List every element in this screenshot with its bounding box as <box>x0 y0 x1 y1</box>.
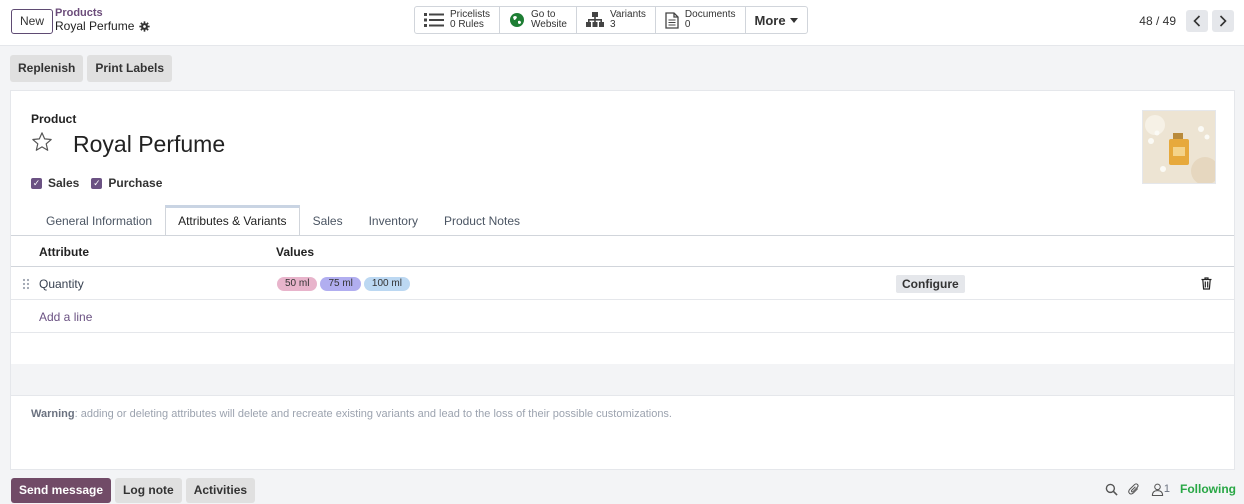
checkbox-checked-icon: ✓ <box>31 177 42 189</box>
variants-count: 3 <box>609 19 616 30</box>
statusbar-buttons: Replenish Print Labels <box>10 55 173 82</box>
gear-icon[interactable] <box>139 21 151 32</box>
send-message-button[interactable]: Send message <box>11 478 112 503</box>
new-button[interactable]: New <box>11 9 54 34</box>
breadcrumb-current-label: Royal Perfume <box>55 18 135 33</box>
pager: 48 / 49 <box>1139 10 1234 32</box>
chevron-right-icon <box>1219 15 1227 27</box>
purchase-checkbox-label: Purchase <box>108 176 163 190</box>
column-header-values[interactable]: Values <box>276 245 314 259</box>
documents-count: 0 <box>684 19 691 30</box>
breadcrumb: Products Royal Perfume <box>55 7 151 34</box>
more-dropdown[interactable]: More <box>746 7 807 33</box>
activities-button[interactable]: Activities <box>185 478 256 503</box>
value-tag: 100 ml <box>363 277 410 291</box>
globe-icon <box>510 13 525 27</box>
form-sheet: Product Royal Perfume ✓ Sales ✓ Purchase… <box>10 90 1235 470</box>
smart-buttons: Pricelists 0 Rules Go to Website Variants 3 <box>414 6 808 34</box>
sales-checkbox[interactable]: ✓ Sales <box>31 176 79 190</box>
configure-button[interactable]: Configure <box>896 275 965 293</box>
attribute-table-header: Attribute Values <box>11 236 1234 267</box>
search-icon[interactable] <box>1105 483 1118 496</box>
attribute-cell[interactable]: Quantity <box>39 277 84 291</box>
tab-general-information[interactable]: General Information <box>33 205 165 236</box>
add-line-row: Add a line <box>11 301 1234 333</box>
column-header-attribute[interactable]: Attribute <box>39 245 89 259</box>
drag-handle-icon[interactable] <box>22 278 30 290</box>
breadcrumb-current: Royal Perfume <box>55 18 151 34</box>
tab-attributes-variants[interactable]: Attributes & Variants <box>165 205 300 236</box>
value-tag: 75 ml <box>320 277 361 291</box>
sitemap-icon <box>585 12 604 27</box>
value-tag: 50 ml <box>277 277 318 291</box>
followers-count: 1 <box>1163 482 1170 495</box>
purchase-checkbox[interactable]: ✓ Purchase <box>91 176 162 190</box>
replenish-button[interactable]: Replenish <box>10 55 84 82</box>
pager-value[interactable]: 48 / 49 <box>1139 14 1176 28</box>
variants-warning-text: Warning: adding or deleting attributes w… <box>31 408 672 420</box>
pager-previous-button[interactable] <box>1186 10 1208 32</box>
chatter-actions: 1 Following <box>1105 482 1236 496</box>
notebook-tabs: General Information Attributes & Variant… <box>33 205 533 236</box>
product-image[interactable] <box>1142 110 1216 184</box>
table-row[interactable]: Quantity 50 ml 75 ml 100 ml Configure <box>11 268 1234 300</box>
paperclip-icon[interactable] <box>1128 482 1141 496</box>
product-name-field[interactable]: Royal Perfume <box>73 131 225 158</box>
documents-smart-button[interactable]: Documents 0 <box>656 7 746 33</box>
more-label: More <box>754 12 786 28</box>
tab-product-notes[interactable]: Product Notes <box>431 205 533 236</box>
log-note-button[interactable]: Log note <box>115 478 182 503</box>
document-icon <box>665 11 679 29</box>
pricelists-value: 0 Rules <box>450 19 484 30</box>
pager-next-button[interactable] <box>1212 10 1234 32</box>
followers-button[interactable]: 1 <box>1151 483 1170 496</box>
product-checkboxes: ✓ Sales ✓ Purchase <box>31 176 162 190</box>
warning-prefix: Warning <box>31 408 75 420</box>
website-label-2: Website <box>531 19 567 30</box>
chatter-topbar: Send message Log note Activities <box>11 478 256 503</box>
print-labels-button[interactable]: Print Labels <box>87 55 173 82</box>
following-button[interactable]: Following <box>1180 482 1236 496</box>
list-icon <box>424 13 444 27</box>
product-field-label: Product <box>31 112 77 126</box>
checkbox-checked-icon: ✓ <box>91 177 103 189</box>
perfume-bottle-image <box>1143 111 1215 183</box>
documents-label: Documents <box>684 8 736 20</box>
add-a-line-link[interactable]: Add a line <box>39 310 92 324</box>
variants-smart-button[interactable]: Variants 3 <box>577 7 656 33</box>
control-panel: New Products Royal Perfume Pricelists 0 R… <box>0 0 1244 46</box>
values-tags: 50 ml 75 ml 100 ml <box>277 277 410 291</box>
sales-checkbox-label: Sales <box>48 176 80 190</box>
favorite-star-icon[interactable] <box>31 131 53 153</box>
empty-row <box>11 364 1234 396</box>
chevron-left-icon <box>1193 15 1201 27</box>
go-to-website-smart-button[interactable]: Go to Website <box>500 7 577 33</box>
tab-sales[interactable]: Sales <box>300 205 356 236</box>
warning-message: : adding or deleting attributes will del… <box>74 408 672 420</box>
empty-row <box>11 333 1234 365</box>
pricelists-smart-button[interactable]: Pricelists 0 Rules <box>415 7 501 33</box>
tab-inventory[interactable]: Inventory <box>356 205 431 236</box>
breadcrumb-parent-link[interactable]: Products <box>55 7 150 20</box>
trash-icon[interactable] <box>1201 277 1212 290</box>
caret-down-icon <box>789 17 798 23</box>
user-icon <box>1151 483 1163 496</box>
